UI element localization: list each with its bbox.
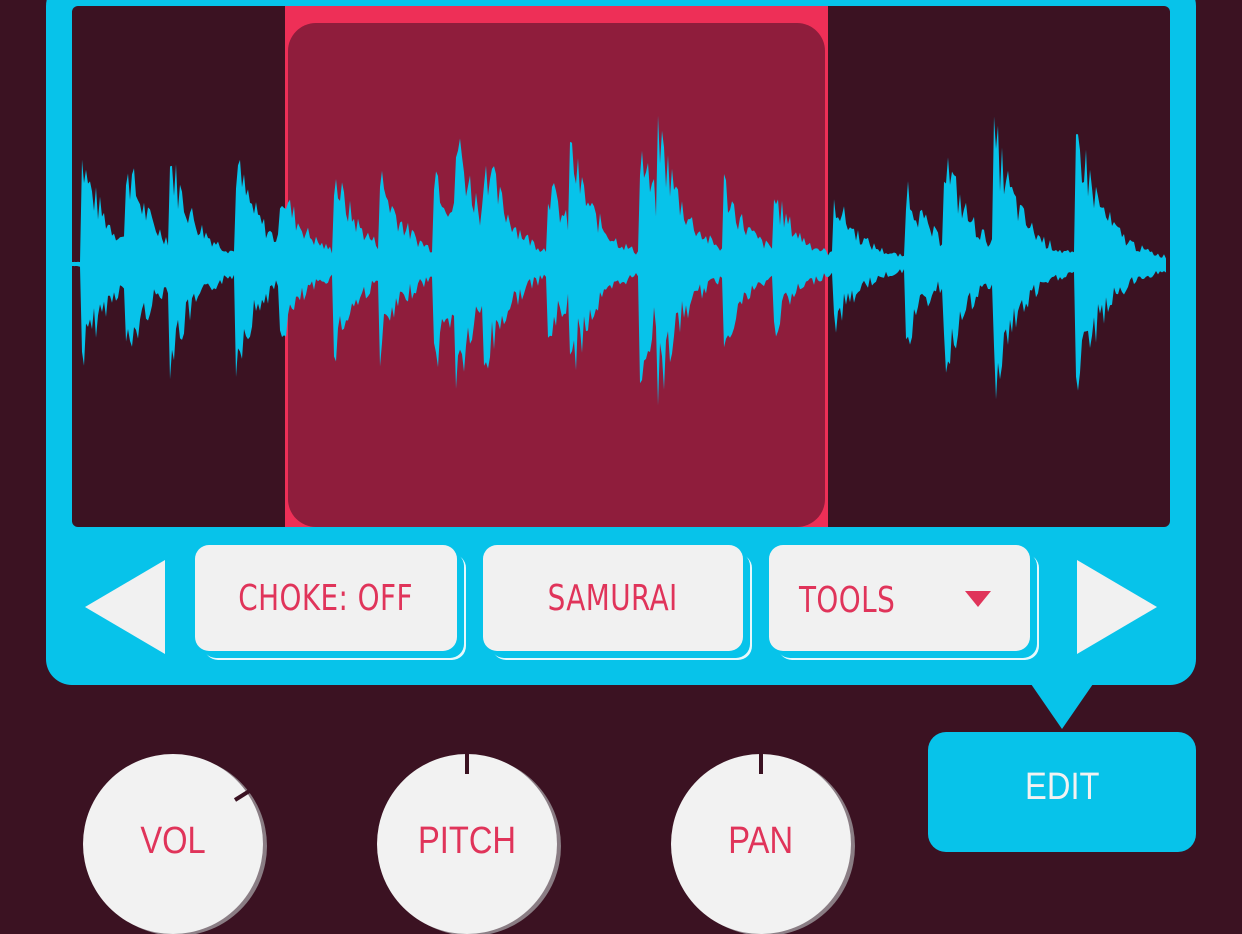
pitch-knob-label: PITCH xyxy=(417,820,517,862)
volume-knob-indicator xyxy=(233,786,255,802)
dropdown-arrow-icon[interactable] xyxy=(965,591,991,607)
waveform-display[interactable] xyxy=(72,6,1170,527)
waveform-baseline xyxy=(72,262,1166,266)
pitch-knob[interactable]: PITCH xyxy=(377,754,557,934)
tools-label: TOOLS xyxy=(799,580,896,621)
edit-button[interactable]: EDIT xyxy=(928,732,1196,852)
choke-label: CHOKE: OFF xyxy=(238,577,414,619)
pitch-knob-indicator xyxy=(465,754,469,774)
waveform-shape xyxy=(74,115,1166,406)
choke-button[interactable]: CHOKE: OFF xyxy=(195,545,457,651)
kit-button[interactable]: SAMURAI xyxy=(483,545,743,651)
panel-pointer xyxy=(1031,684,1093,729)
volume-knob-label: VOL xyxy=(140,820,206,862)
pan-knob-label: PAN xyxy=(728,820,794,862)
volume-knob[interactable]: VOL xyxy=(83,754,263,934)
prev-arrow-icon[interactable] xyxy=(85,560,167,656)
waveform xyxy=(72,115,1166,406)
edit-label: EDIT xyxy=(1024,766,1100,808)
pan-knob-indicator xyxy=(759,754,763,774)
pan-knob[interactable]: PAN xyxy=(671,754,851,934)
next-arrow-icon[interactable] xyxy=(1076,560,1158,656)
kit-label: SAMURAI xyxy=(547,577,679,619)
